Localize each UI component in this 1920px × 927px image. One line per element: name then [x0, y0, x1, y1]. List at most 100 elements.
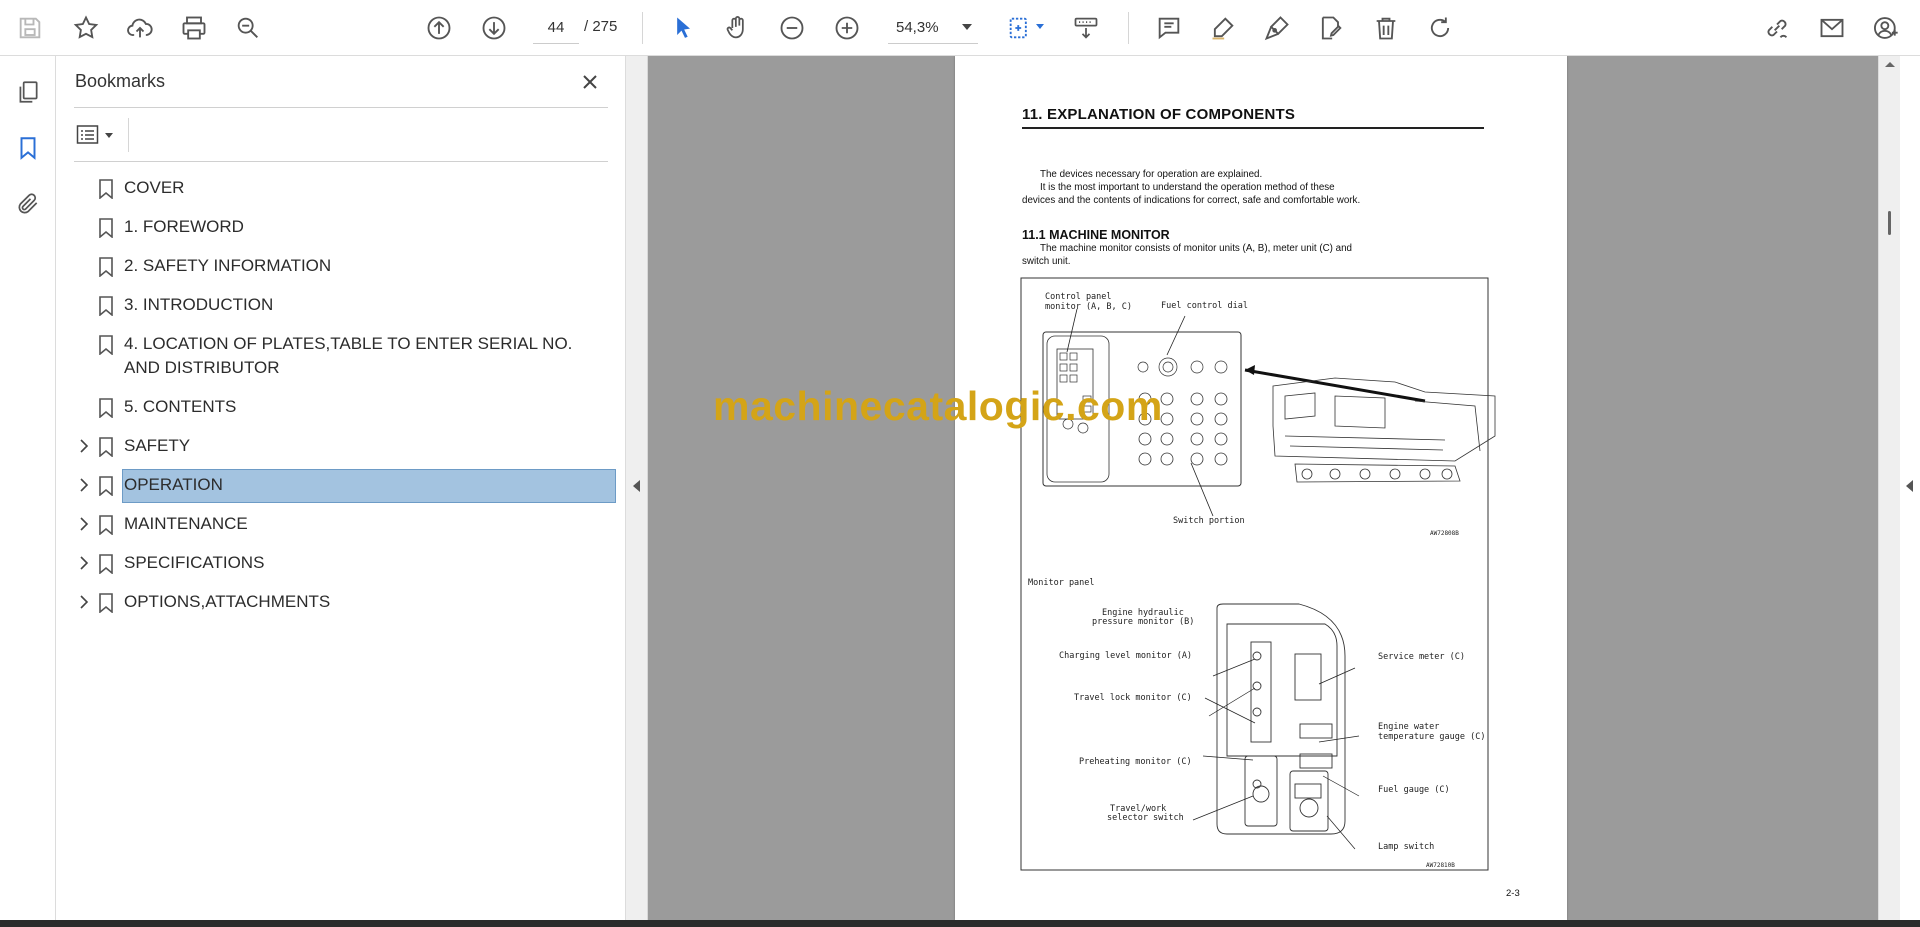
star-icon[interactable] — [66, 8, 106, 48]
bookmark-label: 5. CONTENTS — [124, 397, 237, 416]
chevron-right-icon[interactable] — [74, 475, 94, 495]
toolbar-divider — [642, 12, 643, 44]
bookmark-label: SPECIFICATIONS — [124, 553, 265, 572]
scroll-up-icon[interactable] — [1885, 62, 1895, 67]
zoom-out-icon[interactable] — [772, 8, 812, 48]
list-options-icon — [76, 125, 99, 144]
chevron-right-icon[interactable] — [74, 436, 94, 456]
main-toolbar: / 275 54,3% — [0, 0, 1920, 56]
comment-icon[interactable] — [1149, 8, 1189, 48]
chevron-right-icon[interactable] — [74, 553, 94, 573]
next-page-icon[interactable] — [474, 8, 514, 48]
expand-right-panel-icon[interactable] — [1906, 480, 1913, 492]
scroll-mode-icon[interactable] — [1066, 8, 1106, 48]
bookmark-flag-icon — [96, 217, 116, 239]
bookmark-flag-icon — [96, 592, 116, 614]
fig2-service: Service meter (C) — [1378, 652, 1465, 662]
account-share-icon[interactable] — [1866, 8, 1906, 48]
bookmark-label: OPTIONS,ATTACHMENTS — [124, 592, 331, 611]
save-icon[interactable] — [10, 8, 50, 48]
hand-tool-icon[interactable] — [717, 8, 757, 48]
pdf-page: 11. EXPLANATION OF COMPONENTS The device… — [955, 56, 1567, 920]
bookmark-label: MAINTENANCE — [124, 514, 248, 533]
bookmark-flag-icon — [96, 334, 116, 356]
fit-chevron-icon[interactable] — [1036, 24, 1044, 29]
bookmark-flag-icon — [96, 436, 116, 458]
bookmark-label: SAFETY — [124, 436, 191, 455]
bookmarks-panel: Bookmarks COVER 1. FOREWORD 2. SAFETY IN… — [56, 56, 626, 920]
fig2-travel-lock: Travel lock monitor (C) — [1074, 693, 1192, 703]
panel-title: Bookmarks — [75, 71, 166, 91]
zoom-dropdown[interactable]: 54,3% — [888, 12, 978, 44]
vertical-scrollbar[interactable] — [1878, 56, 1900, 920]
fig2-engine-hyd-2: pressure monitor (B) — [1092, 617, 1194, 627]
panel-divider-2 — [74, 161, 608, 162]
zoom-search-icon[interactable] — [228, 8, 268, 48]
monitor-panel-drawing — [1216, 603, 1346, 835]
fit-page-icon[interactable] — [1000, 8, 1040, 48]
upload-cloud-icon[interactable] — [120, 8, 160, 48]
toolbar-divider-2 — [1128, 12, 1129, 44]
bookmark-flag-icon — [96, 475, 116, 497]
bookmark-options-button[interactable] — [76, 120, 126, 150]
bookmark-label: 2. SAFETY INFORMATION — [124, 256, 332, 275]
email-icon[interactable] — [1812, 8, 1852, 48]
redo-icon[interactable] — [1420, 8, 1460, 48]
page-thumbnails-icon[interactable] — [12, 76, 44, 108]
fig1-label-control-2: monitor (A, B, C) — [1045, 302, 1132, 312]
bookmark-flag-icon — [96, 514, 116, 536]
previous-page-icon[interactable] — [419, 8, 459, 48]
fill-sign-icon[interactable] — [1311, 8, 1351, 48]
trash-icon[interactable] — [1366, 8, 1406, 48]
highlight-pen-icon[interactable] — [1203, 8, 1243, 48]
chevron-right-icon[interactable] — [74, 592, 94, 612]
close-icon[interactable] — [576, 68, 604, 96]
left-nav-rail — [0, 56, 56, 920]
bookmark-flag-icon — [96, 397, 116, 419]
scroll-thumb[interactable] — [1888, 211, 1891, 235]
attachment-icon[interactable] — [12, 188, 44, 220]
fig1-label-control: Control panel — [1045, 292, 1112, 302]
share-link-icon[interactable] — [1757, 8, 1797, 48]
taskbar-edge — [0, 920, 1920, 927]
right-panel-toggle[interactable] — [1900, 56, 1920, 920]
select-cursor-icon[interactable] — [663, 8, 703, 48]
zoom-value: 54,3% — [896, 19, 939, 36]
fig2-preheating: Preheating monitor (C) — [1079, 757, 1192, 767]
bookmark-label: 1. FOREWORD — [124, 217, 244, 236]
options-divider — [128, 118, 129, 152]
fig1-code: AW72808B — [1430, 530, 1459, 537]
machine-monitor-figure: Control panel monitor (A, B, C) Fuel con… — [1020, 277, 1496, 871]
fig2-code: AW72810B — [1426, 862, 1455, 869]
fig2-travel-work-2: selector switch — [1107, 813, 1184, 823]
bookmark-flag-icon — [96, 295, 116, 317]
bookmark-label: 3. INTRODUCTION — [124, 295, 274, 314]
draw-pen-icon[interactable] — [1257, 8, 1297, 48]
chevron-down-icon — [962, 24, 972, 30]
collapse-panel-icon[interactable] — [633, 480, 640, 492]
fig2-water: Engine water — [1378, 722, 1439, 732]
watermark-text: machinecatalogic.com — [713, 383, 1163, 429]
fig2-lamp: Lamp switch — [1378, 842, 1434, 852]
panel-splitter[interactable] — [626, 56, 648, 920]
bookmark-icon[interactable] — [12, 132, 44, 164]
bookmark-label: COVER — [124, 178, 185, 197]
page-number-input[interactable] — [533, 12, 579, 44]
fig2-charging: Charging level monitor (A) — [1059, 651, 1192, 661]
chevron-right-icon[interactable] — [74, 514, 94, 534]
bookmark-flag-icon — [96, 553, 116, 575]
page-total: / 275 — [584, 18, 618, 35]
fig2-fuel: Fuel gauge (C) — [1378, 785, 1450, 795]
document-view[interactable]: 11. EXPLANATION OF COMPONENTS The device… — [648, 56, 1878, 920]
zoom-in-icon[interactable] — [827, 8, 867, 48]
chevron-down-icon — [105, 132, 113, 138]
fig2-title: Monitor panel — [1028, 578, 1095, 588]
fig1-label-fuel: Fuel control dial — [1161, 301, 1248, 311]
bookmark-label: OPERATION — [124, 475, 223, 494]
page-footer-number: 2-3 — [1506, 888, 1520, 899]
bookmark-flag-icon — [96, 256, 116, 278]
bookmark-label: 4. LOCATION OF PLATES,TABLE TO ENTER SER… — [124, 334, 573, 377]
print-icon[interactable] — [174, 8, 214, 48]
bookmark-flag-icon — [96, 178, 116, 200]
panel-divider — [74, 107, 608, 108]
